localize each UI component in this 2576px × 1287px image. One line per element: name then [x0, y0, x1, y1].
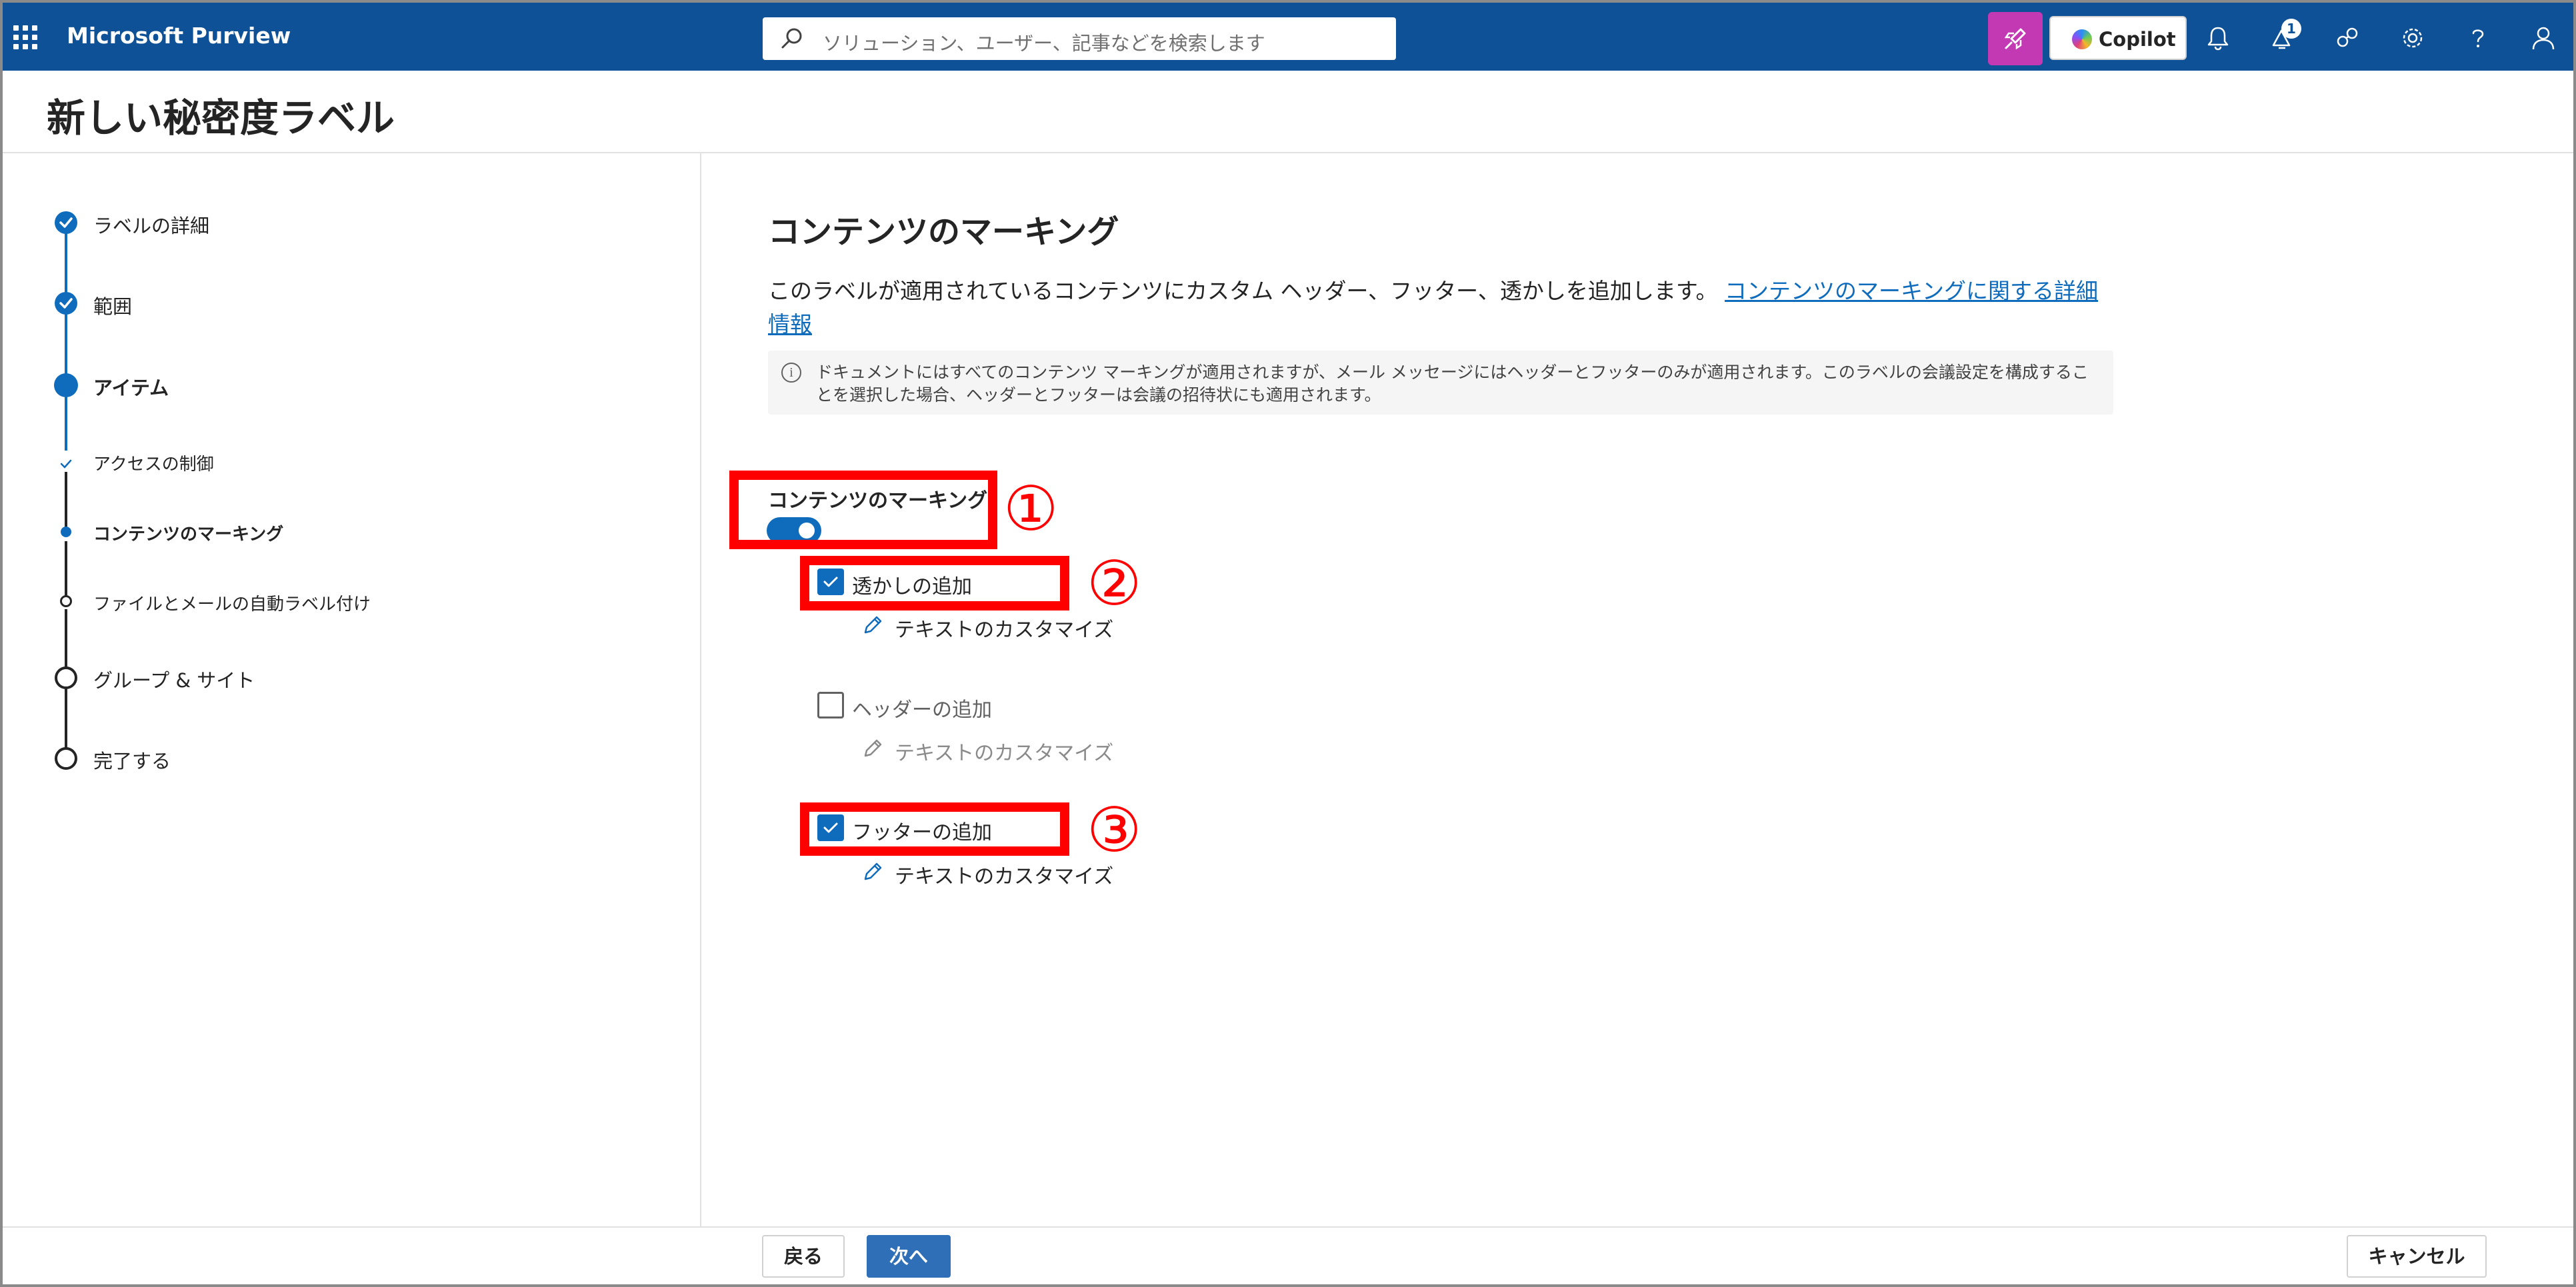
step-connector	[65, 395, 67, 451]
step-label[interactable]: 範囲	[93, 291, 132, 319]
description-text: このラベルが適用されているコンテンツにカスタム ヘッダー、フッター、透かしを追加…	[768, 278, 1718, 304]
section-description: このラベルが適用されているコンテンツにカスタム ヘッダー、フッター、透かしを追加…	[768, 275, 2101, 341]
step-completed-icon	[55, 211, 77, 234]
connections-icon[interactable]	[2332, 23, 2363, 53]
step-label[interactable]: ラベルの詳細	[93, 211, 209, 239]
substep-pending-icon	[60, 595, 72, 607]
app-name[interactable]: Microsoft Purview	[67, 23, 291, 49]
help-icon[interactable]	[2463, 23, 2493, 53]
info-text: ドキュメントにはすべてのコンテンツ マーキングが適用されますが、メール メッセー…	[816, 363, 2089, 405]
header-label[interactable]: ヘッダーの追加	[852, 693, 992, 722]
substep-current-icon	[61, 527, 71, 537]
customize-watermark-text-link[interactable]: テキストのカスタマイズ	[895, 613, 1113, 643]
copilot-button[interactable]: Copilot	[2049, 16, 2187, 60]
pencil-icon	[864, 862, 882, 880]
footer-divider	[3, 1226, 2573, 1228]
step-connector	[65, 609, 67, 668]
annotation-box-1	[729, 471, 997, 549]
rocket-button[interactable]	[1988, 12, 2043, 65]
search-input[interactable]: ソリューション、ユーザー、記事などを検索します	[823, 28, 1265, 56]
annotation-box-3	[800, 802, 1069, 856]
customize-header-text-link: テキストのカスタマイズ	[895, 742, 1114, 765]
next-button[interactable]: 次へ	[867, 1235, 951, 1278]
pencil-icon	[864, 616, 882, 634]
step-current-icon	[54, 373, 78, 397]
step-pending-icon	[55, 666, 77, 689]
app-launcher-icon[interactable]	[13, 25, 37, 49]
substep-check-icon	[60, 459, 72, 469]
header-divider	[3, 152, 2573, 153]
rocket-icon	[2004, 28, 2026, 50]
substep-label[interactable]: アクセスの制御	[93, 451, 214, 475]
annotation-number-3: ③	[1087, 794, 1142, 866]
step-connector	[65, 472, 67, 529]
copilot-icon	[2072, 29, 2092, 49]
top-bar: Microsoft Purview ソリューション、ユーザー、記事などを検索しま…	[3, 3, 2573, 71]
search-box[interactable]: ソリューション、ユーザー、記事などを検索します	[763, 17, 1396, 60]
substep-label-current[interactable]: コンテンツのマーキング	[93, 521, 283, 545]
announcement-icon[interactable]: 1	[2267, 19, 2301, 53]
notification-badge: 1	[2281, 19, 2301, 39]
gear-icon[interactable]	[2397, 23, 2428, 53]
step-connector	[65, 541, 67, 600]
window-frame	[0, 0, 2576, 1287]
info-icon: i	[781, 363, 801, 383]
step-connector	[65, 686, 67, 749]
annotation-number-2: ②	[1087, 548, 1142, 619]
cancel-button[interactable]: キャンセル	[2347, 1235, 2487, 1278]
account-icon[interactable]	[2528, 23, 2559, 53]
step-completed-icon	[55, 292, 77, 315]
customize-footer-text-link[interactable]: テキストのカスタマイズ	[895, 860, 1113, 889]
stepper-divider	[700, 153, 701, 1226]
substep-label[interactable]: ファイルとメールの自動ラベル付け	[93, 591, 371, 615]
bell-icon[interactable]	[2203, 23, 2233, 53]
back-button[interactable]: 戻る	[762, 1235, 845, 1278]
annotation-box-2	[800, 556, 1069, 611]
copilot-label: Copilot	[2099, 28, 2176, 51]
page-title: 新しい秘密度ラベル	[47, 95, 395, 141]
header-checkbox[interactable]	[817, 692, 844, 718]
annotation-number-1: ①	[1003, 473, 1059, 545]
search-icon	[781, 28, 802, 49]
step-label-current[interactable]: アイテム	[93, 373, 169, 401]
section-title: コンテンツのマーキング	[768, 213, 1119, 251]
step-label[interactable]: 完了する	[93, 746, 171, 774]
info-message-bar: i ドキュメントにはすべてのコンテンツ マーキングが適用されますが、メール メッ…	[768, 351, 2113, 415]
pencil-icon	[864, 739, 882, 757]
step-label[interactable]: グループ & サイト	[93, 665, 255, 693]
step-pending-icon	[55, 747, 77, 770]
